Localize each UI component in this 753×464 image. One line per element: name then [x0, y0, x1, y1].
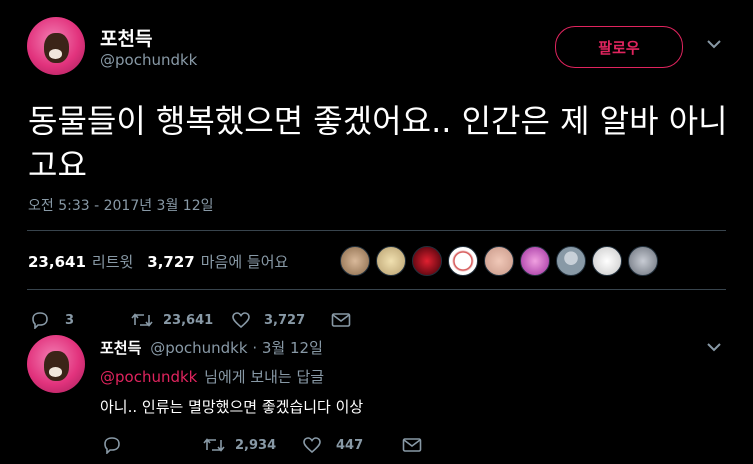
engagement-stats: 23,641 리트윗 3,727 마음에 들어요	[28, 251, 288, 272]
liker-avatar[interactable]	[376, 246, 406, 276]
liker-avatar[interactable]	[556, 246, 586, 276]
reply-icon	[104, 437, 120, 454]
replying-to: @pochundkk 님에게 보내는 답글	[100, 366, 324, 387]
author-name[interactable]: 포천득	[100, 24, 152, 51]
liker-avatar[interactable]	[484, 246, 514, 276]
liker-avatar[interactable]	[448, 246, 478, 276]
liker-avatar[interactable]	[520, 246, 550, 276]
reply-date[interactable]: 3월 12일	[262, 339, 323, 357]
like-button[interactable]: 3,727	[231, 311, 305, 329]
reply-button[interactable]: 3	[30, 311, 74, 329]
reply-like-count: 447	[336, 437, 364, 453]
liker-avatar[interactable]	[628, 246, 658, 276]
more-options-chevron-icon[interactable]	[706, 39, 722, 49]
like-count[interactable]: 3,727	[147, 253, 194, 271]
liker-avatar[interactable]	[340, 246, 370, 276]
reply-reply-button[interactable]	[102, 436, 122, 454]
direct-message-button[interactable]	[331, 312, 351, 328]
reply-icon	[32, 312, 48, 329]
liker-avatars	[340, 246, 664, 276]
reply-text: 아니.. 인류는 멸망했으면 좋겠습니다 이상	[100, 398, 364, 416]
reply-author-avatar[interactable]	[27, 335, 85, 393]
heart-icon	[232, 312, 250, 329]
retweet-action-count: 23,641	[163, 312, 214, 328]
reply-author-name[interactable]: 포천득	[100, 339, 141, 357]
reply-author-handle[interactable]: @pochundkk	[150, 339, 247, 357]
tweet-text: 동물들이 행복했으면 좋겠어요.. 인간은 제 알바 아니고요	[28, 102, 728, 184]
retweet-button[interactable]: 23,641	[131, 312, 213, 328]
follow-button[interactable]: 팔로우	[555, 26, 683, 68]
retweet-icon	[203, 438, 225, 452]
divider	[27, 230, 726, 231]
retweet-label[interactable]: 리트윗	[92, 251, 133, 272]
liker-avatar[interactable]	[592, 246, 622, 276]
reply-like-button[interactable]: 447	[302, 436, 363, 454]
author-avatar[interactable]	[27, 17, 85, 75]
reply-more-options-chevron-icon[interactable]	[706, 342, 722, 352]
like-action-count: 3,727	[264, 312, 306, 328]
reply-to-label: 님에게 보내는 답글	[204, 368, 325, 386]
reply-mention-link[interactable]: @pochundkk	[100, 368, 197, 386]
envelope-icon	[331, 313, 351, 327]
heart-icon	[303, 437, 321, 454]
like-label[interactable]: 마음에 들어요	[201, 251, 289, 272]
reply-count: 3	[65, 312, 75, 328]
reply-direct-message-button[interactable]	[402, 437, 422, 453]
reply-retweet-button[interactable]: 2,934	[203, 437, 276, 453]
tweet-timestamp[interactable]: 오전 5:33 - 2017년 3월 12일	[28, 195, 214, 215]
separator-dot: ·	[252, 339, 262, 357]
liker-avatar[interactable]	[412, 246, 442, 276]
retweet-icon	[131, 313, 153, 327]
divider	[27, 289, 726, 290]
retweet-count[interactable]: 23,641	[28, 253, 86, 271]
reply-header: 포천득 @pochundkk · 3월 12일	[100, 337, 323, 358]
reply-retweet-count: 2,934	[235, 437, 277, 453]
author-handle[interactable]: @pochundkk	[100, 51, 197, 69]
envelope-icon	[402, 438, 422, 452]
